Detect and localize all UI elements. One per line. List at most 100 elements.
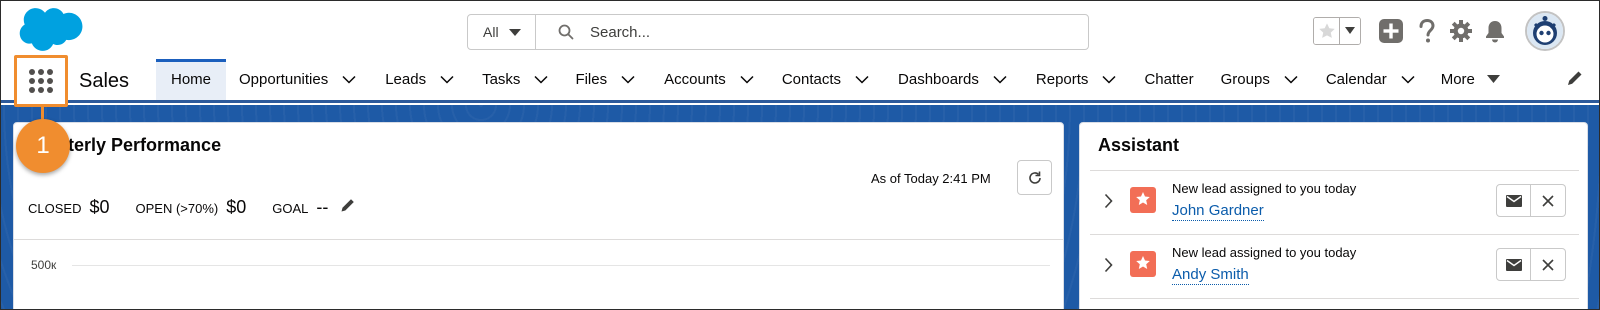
chevron-down-icon[interactable] [342,75,356,84]
global-actions-button[interactable] [1377,17,1405,45]
favorites-dropdown[interactable] [1339,18,1360,44]
metric-label: GOAL [272,201,309,216]
metric-value: -- [316,197,329,217]
nav-item-groups[interactable]: Groups [1221,59,1298,100]
dismiss-button[interactable] [1531,248,1566,281]
nav-item-label: Contacts [781,71,842,88]
metric-value: $0 [226,197,247,217]
star-icon [1318,23,1335,38]
assistant-item-text: New lead assigned to you today [1172,245,1357,260]
close-icon [1542,258,1554,271]
search-input[interactable]: Search... [536,15,1088,49]
nav-item-files[interactable]: Files [575,59,635,100]
chart-tick-label: 500к [31,258,57,272]
quarterly-performance-card: rterly Performance As of Today 2:41 PM C… [13,122,1064,309]
favorites-button[interactable] [1314,18,1339,44]
performance-metrics: CLOSED $0 OPEN (>70%) $0 GOAL -- [28,197,356,218]
close-icon [1542,194,1554,207]
chevron-down-icon[interactable] [1102,75,1116,84]
search-icon [558,24,574,40]
chevron-down-icon[interactable] [621,75,635,84]
nav-item-label: Dashboards [898,71,979,88]
search-scope-select[interactable]: All [468,15,536,49]
assistant-card: Assistant New lead assigned to you today… [1079,122,1588,309]
assistant-item-text: New lead assigned to you today [1172,181,1357,196]
salesforce-logo[interactable] [17,7,87,55]
nav-item-label: Leads [385,71,427,88]
nav-item-label: Chatter [1144,71,1194,88]
card-title: Assistant [1098,135,1180,155]
assistant-item-actions [1496,184,1566,217]
metric-label: OPEN (>70%) [135,201,219,216]
nav-item-home[interactable]: Home [156,59,226,100]
nav-item-calendar[interactable]: Calendar [1326,59,1415,100]
metric-value: $0 [89,197,110,217]
lead-icon [1130,251,1156,277]
global-header: All Search... [1,1,1599,59]
nav-item-label: Tasks [482,71,521,88]
caret-down-icon [508,28,521,36]
nav-item-contacts[interactable]: Contacts [782,59,869,100]
nav-item-label: Opportunities [239,71,329,88]
nav-item-chatter[interactable]: Chatter [1144,59,1193,100]
card-title: rterly Performance [61,135,222,155]
chart-gridline [72,265,1050,266]
nav-item-more[interactable]: More [1441,59,1500,100]
nav-item-label: Calendar [1325,71,1387,88]
app-window: All Search... Sales Home Opportunities L… [0,0,1600,310]
chevron-down-icon[interactable] [855,75,869,84]
step-callout-badge: 1 [16,119,70,173]
email-icon [1505,194,1522,207]
caret-down-icon [1486,75,1500,83]
pencil-icon[interactable] [1566,69,1584,87]
notifications-button[interactable] [1481,17,1509,45]
gear-icon [1450,20,1472,42]
metric-label: CLOSED [28,201,82,216]
nav-item-label: Accounts [664,71,726,88]
assistant-item-actions [1496,248,1566,281]
bell-icon [1486,21,1504,43]
nav-items: Home Opportunities Leads Tasks Files Acc… [156,59,1500,100]
chevron-down-icon[interactable] [1401,75,1415,84]
chevron-right-icon[interactable] [1104,193,1114,209]
refresh-icon [1028,171,1041,184]
divider [14,239,1063,240]
nav-item-label: More [1440,71,1475,88]
nav-item-label: Reports [1035,71,1089,88]
chevron-right-icon[interactable] [1104,257,1114,273]
plus-icon [1379,19,1403,43]
app-launcher-button[interactable] [14,55,68,107]
setup-button[interactable] [1447,17,1475,45]
search-placeholder: Search... [590,23,651,41]
dismiss-button[interactable] [1531,184,1566,217]
chevron-down-icon[interactable] [440,75,454,84]
divider [1090,298,1579,299]
nav-item-reports[interactable]: Reports [1036,59,1117,100]
avatar[interactable] [1525,11,1565,51]
nav-item-dashboards[interactable]: Dashboards [898,59,1007,100]
lead-icon [1130,187,1156,213]
nav-item-tasks[interactable]: Tasks [482,59,548,100]
global-search: All Search... [467,14,1089,50]
lead-link[interactable]: John Gardner [1172,202,1264,221]
favorites-group [1313,17,1361,45]
nav-item-opportunities[interactable]: Opportunities [239,59,356,100]
nav-item-leads[interactable]: Leads [385,59,454,100]
refresh-button[interactable] [1017,160,1052,195]
search-scope-label: All [483,24,499,40]
help-icon [1419,18,1435,43]
chevron-down-icon[interactable] [993,75,1007,84]
astro-avatar-icon [1527,13,1563,49]
nav-item-label: Groups [1220,71,1270,88]
chevron-down-icon[interactable] [740,75,754,84]
email-button[interactable] [1496,248,1531,281]
lead-link[interactable]: Andy Smith [1172,266,1249,285]
app-name: Sales [79,70,130,92]
as-of-timestamp: As of Today 2:41 PM [871,171,991,186]
pencil-icon[interactable] [340,197,356,213]
chevron-down-icon[interactable] [1284,75,1298,84]
help-button[interactable] [1413,17,1441,45]
email-button[interactable] [1496,184,1531,217]
chevron-down-icon[interactable] [534,75,548,84]
nav-item-accounts[interactable]: Accounts [664,59,754,100]
